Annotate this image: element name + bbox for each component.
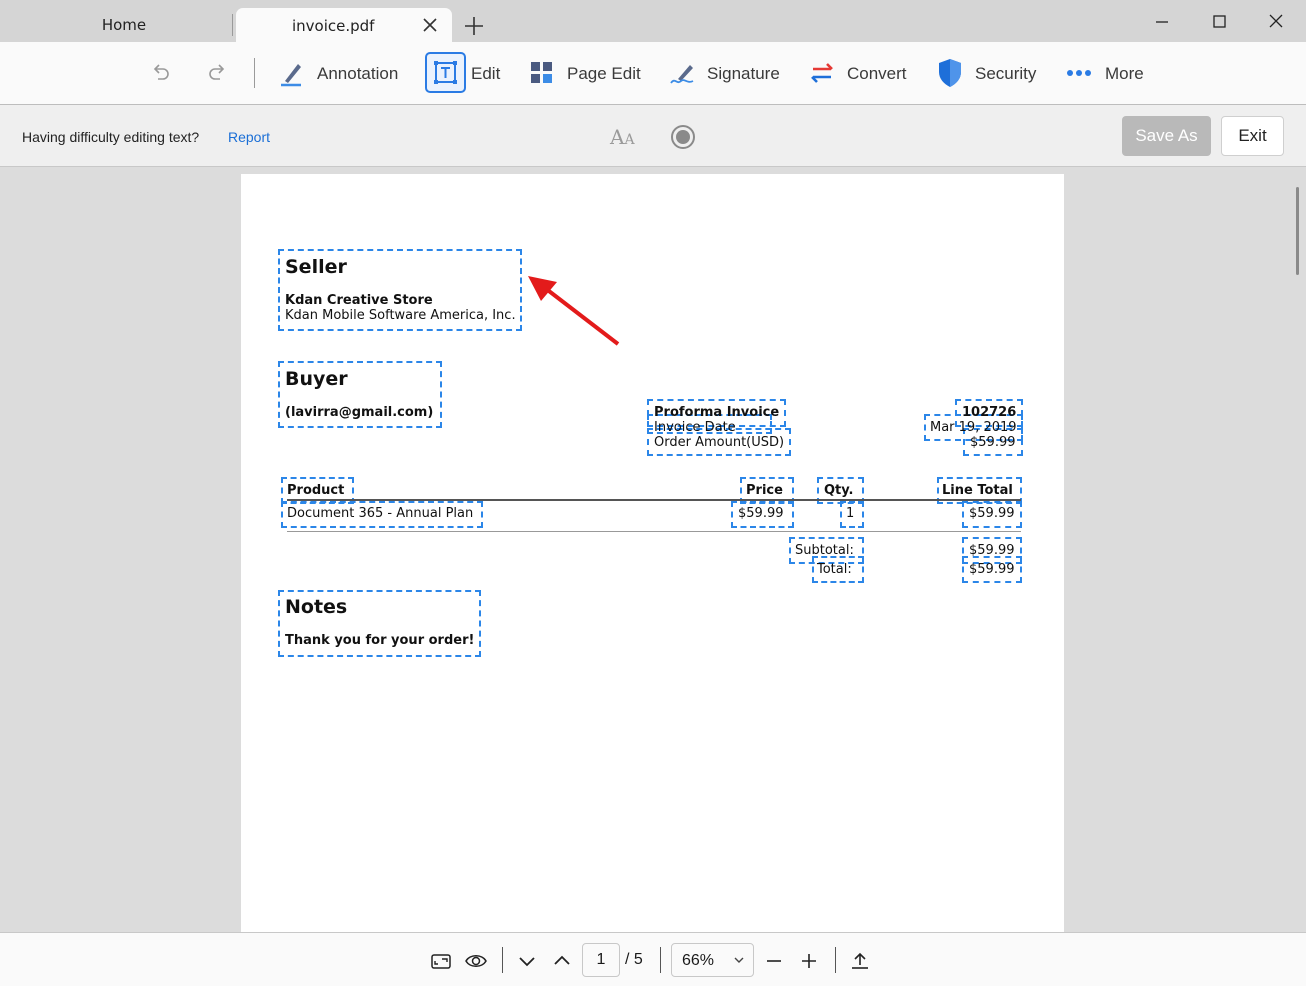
price-header: Price — [746, 483, 783, 498]
close-window-button[interactable] — [1262, 9, 1290, 35]
subtotal-value: $59.99 — [969, 543, 1015, 558]
minimize-icon — [1156, 21, 1168, 23]
font-icon-big-letter: A — [610, 125, 625, 149]
current-page-input[interactable]: 1 — [582, 943, 620, 977]
redo-icon[interactable] — [206, 62, 228, 84]
toolbar-divider — [254, 58, 255, 88]
font-icon-small-letter: A — [624, 132, 635, 148]
new-tab-icon[interactable] — [462, 14, 486, 38]
more-dots-icon[interactable] — [1067, 69, 1091, 77]
buyer-email: (lavirra@gmail.com) — [285, 405, 434, 420]
next-page-chevron-down-icon[interactable] — [516, 950, 538, 972]
prev-page-chevron-up-icon[interactable] — [551, 950, 573, 972]
upload-export-icon[interactable] — [849, 950, 871, 972]
tab-home[interactable]: Home — [14, 8, 234, 42]
total-label: Total: — [817, 562, 852, 577]
edit-mode-button[interactable] — [425, 52, 466, 93]
page-edit-button[interactable]: Page Edit — [567, 64, 641, 84]
order-amount-label: Order Amount(USD) — [654, 435, 785, 450]
buyer-title: Buyer — [285, 368, 348, 390]
qty-cell: 1 — [846, 506, 855, 521]
table-row-rule — [287, 531, 1021, 532]
maximize-icon — [1213, 15, 1226, 28]
save-as-button[interactable]: Save As — [1122, 116, 1211, 156]
subtotal-label: Subtotal: — [795, 543, 854, 558]
vertical-scrollbar[interactable] — [1296, 187, 1299, 275]
hint-message: Having difficulty editing text? — [22, 129, 200, 145]
invoice-date-label: Invoice Date — [654, 420, 736, 435]
order-amount: $59.99 — [970, 435, 1016, 450]
price-cell: $59.99 — [738, 506, 784, 521]
invoice-number: 102726 — [962, 405, 1017, 420]
font-size-icon[interactable]: AA — [610, 125, 635, 149]
seller-name: Kdan Creative Store — [285, 293, 433, 308]
title-bar: Home invoice.pdf — [0, 0, 1306, 42]
security-button[interactable]: Security — [975, 64, 1036, 84]
edit-text-icon — [434, 61, 457, 84]
signature-button[interactable]: Signature — [707, 64, 780, 84]
main-toolbar: Annotation Edit Page Edit Signature Conv… — [0, 42, 1306, 105]
convert-button[interactable]: Convert — [847, 64, 907, 84]
notes-title: Notes — [285, 596, 348, 618]
seller-title: Seller — [285, 256, 347, 278]
tab-invoice-label: invoice.pdf — [292, 17, 375, 35]
exit-button[interactable]: Exit — [1221, 116, 1284, 156]
edit-label[interactable]: Edit — [471, 64, 500, 84]
annotation-button[interactable]: Annotation — [317, 64, 398, 84]
product-header: Product — [287, 483, 345, 498]
qty-header: Qty. — [824, 483, 854, 498]
zoom-out-minus-icon[interactable] — [763, 950, 785, 972]
color-picker-icon[interactable] — [670, 124, 696, 150]
close-tab-icon[interactable] — [420, 15, 440, 35]
document-viewer[interactable]: Seller Kdan Creative Store Kdan Mobile S… — [0, 167, 1306, 932]
fit-page-icon[interactable] — [430, 950, 452, 972]
line-total-header: Line Total — [942, 483, 1013, 498]
footer-divider — [502, 947, 503, 973]
maximize-button[interactable] — [1205, 9, 1233, 35]
undo-icon[interactable] — [150, 62, 172, 84]
security-shield-icon[interactable] — [937, 58, 963, 88]
footer-divider — [660, 947, 661, 973]
convert-arrows-icon[interactable] — [809, 61, 835, 85]
product-cell: Document 365 - Annual Plan — [287, 506, 474, 521]
zoom-chevron-down-icon — [734, 957, 744, 963]
page-total: / 5 — [625, 951, 643, 968]
total-value: $59.99 — [969, 562, 1015, 577]
signature-icon[interactable] — [669, 59, 697, 87]
minimize-button[interactable] — [1148, 9, 1176, 35]
notes-text: Thank you for your order! — [285, 633, 475, 648]
zoom-value: 66% — [682, 952, 715, 969]
zoom-in-plus-icon[interactable] — [798, 950, 820, 972]
tab-divider — [232, 14, 233, 36]
tab-invoice[interactable]: invoice.pdf — [236, 8, 452, 42]
page-edit-grid-icon[interactable] — [531, 62, 553, 84]
report-link[interactable]: Report — [228, 129, 270, 145]
seller-company: Kdan Mobile Software America, Inc. — [285, 308, 516, 323]
line-total-cell: $59.99 — [969, 506, 1015, 521]
page-navigation-bar: 1 / 5 66% — [0, 932, 1306, 986]
pdf-page: Seller Kdan Creative Store Kdan Mobile S… — [241, 174, 1064, 932]
invoice-date: Mar 19, 2019 — [930, 420, 1017, 435]
view-mode-eye-icon[interactable] — [465, 950, 487, 972]
zoom-select[interactable]: 66% — [671, 943, 754, 977]
proforma-label: Proforma Invoice — [654, 405, 780, 420]
close-window-icon — [1269, 14, 1283, 28]
footer-divider — [835, 947, 836, 973]
red-arrow-annotation-icon — [528, 276, 620, 346]
edit-hint-bar: Having difficulty editing text? Report A… — [0, 105, 1306, 167]
annotation-pen-icon[interactable] — [278, 59, 304, 87]
more-button[interactable]: More — [1105, 64, 1144, 84]
